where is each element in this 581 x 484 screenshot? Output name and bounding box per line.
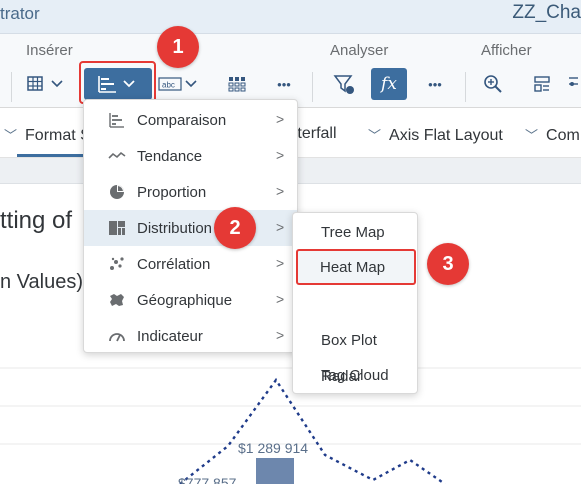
background-chart: $1 289 914 $777 857 xyxy=(0,367,581,484)
chevron-right-icon: > xyxy=(276,255,285,271)
menu-item-distribution[interactable]: Distribution > xyxy=(84,210,297,246)
series-line xyxy=(179,377,446,484)
submenu-item-box-plot[interactable]: Box Plot xyxy=(293,322,417,358)
chevron-down-icon: ﹀ xyxy=(368,128,382,143)
chevron-down-icon: ﹀ xyxy=(4,128,18,143)
pie-chart-icon xyxy=(110,185,124,199)
app-title: trator xyxy=(0,4,40,23)
insert-text-button[interactable]: abc xyxy=(158,68,202,100)
grid-icon xyxy=(228,77,246,92)
menu-item-comparaison[interactable]: Comparaison > xyxy=(84,102,297,138)
data-label: $1 289 914 xyxy=(238,440,308,456)
insert-more-button[interactable]: ••• xyxy=(268,68,300,100)
tab-label: Axis Flat Layout xyxy=(389,127,503,144)
step-badge-2: 2 xyxy=(214,207,256,249)
submenu-item-heat-map[interactable]: Heat Map xyxy=(296,249,416,285)
chevron-right-icon: > xyxy=(276,219,285,235)
menu-item-label: Proportion xyxy=(137,184,207,201)
menu-item-label: Indicateur xyxy=(137,328,203,345)
menu-item-proportion[interactable]: Proportion > xyxy=(84,174,297,210)
tab-label: Format S xyxy=(25,127,91,144)
chevron-right-icon: > xyxy=(276,327,285,343)
svg-text:abc: abc xyxy=(162,81,175,90)
trend-line-icon xyxy=(108,151,126,159)
menu-item-label: Géographique xyxy=(137,292,233,309)
tab-axis-flat-layout[interactable]: ﹀ Axis Flat Layout xyxy=(368,125,503,145)
step-badge-1: 1 xyxy=(157,26,199,68)
adjust-icon xyxy=(569,77,578,86)
tab-com[interactable]: ﹀ Com xyxy=(525,125,580,145)
insert-table-button[interactable] xyxy=(24,68,68,100)
title-bar: trator ZZ_Cha xyxy=(0,0,581,34)
toolbar-separator xyxy=(465,72,466,102)
toolbar-separator xyxy=(11,72,12,102)
zoom-in-button[interactable] xyxy=(478,68,508,100)
chart-type-menu: Comparaison > Tendance > Proportion > Di… xyxy=(83,99,298,353)
step-badge-3: 3 xyxy=(427,243,469,285)
scatter-icon xyxy=(110,257,124,270)
filter-icon xyxy=(333,75,354,94)
document-title: ZZ_Cha xyxy=(512,2,581,23)
chevron-right-icon: > xyxy=(276,147,285,163)
menu-item-geographique[interactable]: Géographique > xyxy=(84,282,297,318)
menu-item-label: Distribution xyxy=(137,220,213,237)
chevron-down-icon: ﹀ xyxy=(525,128,539,143)
submenu-item-label: Heat Map xyxy=(320,259,386,276)
chevron-right-icon: > xyxy=(276,183,285,199)
chevron-right-icon: > xyxy=(276,291,285,307)
step-1-highlight xyxy=(79,61,156,104)
submenu-item-tag-cloud[interactable]: Tag Cloud xyxy=(293,357,417,393)
submenu-item-label: Box Plot xyxy=(321,332,377,349)
formula-button[interactable]: fx xyxy=(371,68,407,100)
display-overflow-button[interactable] xyxy=(566,68,581,100)
panel-layout-icon xyxy=(534,76,550,92)
submenu-item-tree-map[interactable]: Tree Map xyxy=(293,214,417,250)
group-label-insert: Insérer xyxy=(26,42,73,59)
tab-label: Com xyxy=(546,127,580,144)
chevron-right-icon: > xyxy=(276,111,285,127)
story-subheading: n Values) xyxy=(0,271,84,293)
story-heading: tting of xyxy=(0,207,73,234)
toolbar-separator xyxy=(312,72,313,102)
menu-item-label: Corrélation xyxy=(137,256,211,273)
menu-item-label: Tendance xyxy=(137,148,203,165)
tab-format[interactable]: ﹀ Format S xyxy=(4,125,91,145)
treemap-icon xyxy=(109,221,125,235)
filter-button[interactable] xyxy=(327,68,361,100)
map-icon xyxy=(110,294,124,306)
menu-item-label: Comparaison xyxy=(137,112,227,129)
active-tab-indicator xyxy=(17,154,87,157)
panel-layout-button[interactable] xyxy=(528,68,556,100)
zoom-in-icon xyxy=(484,75,502,93)
menu-item-indicateur[interactable]: Indicateur > xyxy=(84,318,297,354)
text-box-icon: abc xyxy=(158,77,197,91)
bar-chart-icon xyxy=(109,113,124,128)
submenu-item-label: Tag Cloud xyxy=(321,367,389,384)
chart-bar xyxy=(256,458,294,484)
gauge-icon xyxy=(109,333,125,342)
table-icon xyxy=(27,76,63,91)
menu-item-tendance[interactable]: Tendance > xyxy=(84,138,297,174)
insert-grid-button[interactable] xyxy=(222,68,252,100)
data-label: $777 857 xyxy=(178,475,237,484)
analyze-more-button[interactable]: ••• xyxy=(419,68,451,100)
group-label-analyze: Analyser xyxy=(330,42,389,59)
menu-item-correlation[interactable]: Corrélation > xyxy=(84,246,297,282)
submenu-item-label: Tree Map xyxy=(321,224,385,241)
group-label-display: Afficher xyxy=(481,42,532,59)
